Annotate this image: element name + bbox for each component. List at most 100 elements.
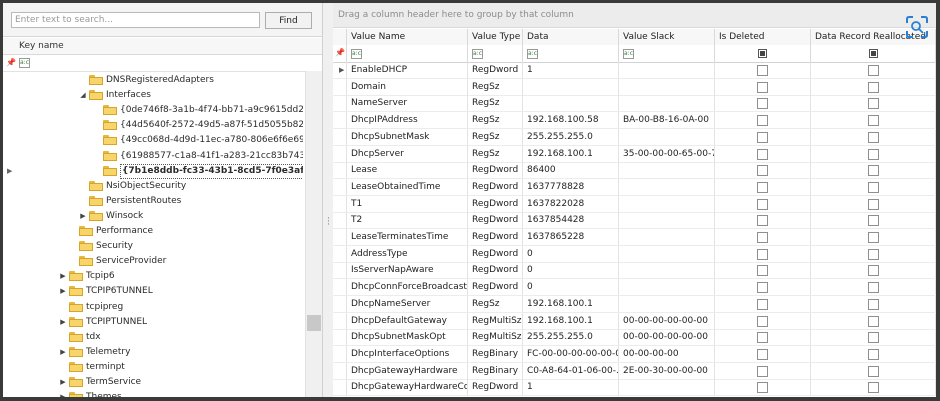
row-indicator-cell[interactable]: ▶ [333,62,347,78]
pane-splitter[interactable]: · · · [323,3,333,397]
cell-data[interactable]: 1 [523,62,619,78]
data-record-reallocated-checkbox[interactable] [867,248,879,260]
is-deleted-checkbox[interactable] [757,98,768,110]
cell-data[interactable]: 192.168.100.58 [523,112,619,129]
table-row[interactable]: DhcpSubnetMask RegSz 255.255.255.0 [333,128,936,146]
table-row[interactable]: IsServerNapAware RegDword 0 [333,262,936,280]
is-deleted-checkbox[interactable] [757,298,768,310]
cell-value-name[interactable]: T1 [347,195,468,212]
is-deleted-checkbox[interactable] [757,248,768,260]
tree-item[interactable]: Performance [3,224,303,239]
data-record-reallocated-checkbox[interactable] [867,81,879,93]
cell-data[interactable]: C0-A8-64-01-06-00-... [523,362,619,379]
cell-data[interactable]: 255.255.255.0 [523,329,619,346]
is-deleted-checkbox[interactable] [757,382,768,394]
cell-data[interactable]: 1637778828 [523,178,619,195]
data-record-reallocated-checkbox[interactable] [867,282,879,294]
tree-item[interactable]: ▶ TermService [3,375,303,390]
row-indicator-cell[interactable] [333,345,347,362]
cell-value-name[interactable]: DhcpGatewayHardwareCount [347,379,468,396]
cell-value-name[interactable]: IsServerNapAware [347,262,468,279]
cell-value-slack[interactable] [619,212,715,229]
filter-cell-value-slack[interactable]: a:c [619,45,715,62]
cell-value-slack[interactable]: 00-00-00-00-00-00 [619,312,715,329]
row-indicator-cell[interactable] [333,279,347,296]
row-indicator-cell[interactable] [333,128,347,145]
cell-value-type[interactable]: RegDword [468,379,523,396]
cell-data[interactable] [523,95,619,112]
expand-arrow-icon[interactable]: ▶ [59,347,67,357]
row-indicator-cell[interactable] [333,229,347,245]
row-indicator-cell[interactable] [333,295,347,312]
is-deleted-checkbox[interactable] [757,315,768,327]
cell-value-type[interactable]: RegSz [468,112,523,129]
cell-value-name[interactable]: Domain [347,78,468,95]
row-indicator-cell[interactable] [333,195,347,212]
cell-value-name[interactable]: LeaseTerminatesTime [347,229,468,245]
cell-value-type[interactable]: RegDword [468,229,523,245]
table-row[interactable]: AddressType RegDword 0 [333,245,936,263]
cell-data[interactable]: 192.168.100.1 [523,295,619,312]
is-deleted-checkbox[interactable] [757,215,768,227]
cell-value-type[interactable]: RegDword [468,195,523,212]
tree-item[interactable]: ▶ TCPIP6TUNNEL [3,284,303,299]
tree-item[interactable]: PersistentRoutes [3,194,303,209]
cell-value-name[interactable]: DhcpDefaultGateway [347,312,468,329]
cell-value-name[interactable]: T2 [347,212,468,229]
cell-value-type[interactable]: RegDword [468,212,523,229]
filter-condition-icon[interactable]: a:c [527,49,538,59]
filter-condition-icon[interactable]: a:c [623,49,634,59]
tree-item[interactable]: tdx [3,330,303,345]
data-record-reallocated-checkbox[interactable] [867,198,879,210]
data-record-reallocated-checkbox[interactable] [867,298,879,310]
cell-value-slack[interactable]: 35-00-00-00-65-00-7... [619,145,715,162]
data-record-reallocated-checkbox[interactable] [867,148,879,160]
cell-data[interactable]: 192.168.100.1 [523,145,619,162]
cell-value-slack[interactable]: 2E-00-30-00-00-00 [619,362,715,379]
table-row[interactable]: DhcpConnForceBroadcastFlagRegDword0 [333,279,936,297]
cell-value-name[interactable]: DhcpSubnetMask [347,128,468,145]
tree-item[interactable]: ▶ Themes [3,390,303,397]
is-deleted-checkbox[interactable] [757,115,768,127]
search-input[interactable] [11,12,260,28]
is-deleted-checkbox[interactable] [757,198,768,210]
row-indicator-cell[interactable] [333,178,347,195]
cell-value-name[interactable]: DhcpIPAddress [347,112,468,129]
cell-value-name[interactable]: DhcpSubnetMaskOpt [347,329,468,346]
data-record-reallocated-checkbox[interactable] [867,315,879,327]
cell-value-slack[interactable]: BA-00-B8-16-0A-00 [619,112,715,129]
tree-item[interactable]: Security [3,239,303,254]
column-header-value-name[interactable]: Value Name [347,29,468,45]
cell-value-slack[interactable] [619,245,715,262]
is-deleted-checkbox[interactable] [757,332,768,344]
filter-condition-icon[interactable]: a:c [19,58,30,68]
cell-data[interactable]: 1637854428 [523,212,619,229]
filter-cell-is-deleted[interactable] [715,45,811,62]
tree-item[interactable]: ▶ TCPIPTUNNEL [3,315,303,330]
filter-cell-value-name[interactable]: a:c [347,45,468,62]
cell-value-type[interactable]: RegMultiSz [468,312,523,329]
is-deleted-checkbox[interactable] [757,81,768,93]
cell-value-type[interactable]: RegDword [468,262,523,279]
is-deleted-checkbox[interactable] [757,365,768,377]
cell-value-name[interactable]: NameServer [347,95,468,112]
splitter-grip-icon[interactable]: · · · [327,215,330,230]
scan-focus-icon[interactable] [905,15,929,39]
tree-item[interactable]: ◢ Interfaces [3,88,303,103]
tree-item[interactable]: NsiObjectSecurity [3,179,303,194]
expand-arrow-icon[interactable]: ▶ [59,377,67,387]
cell-value-type[interactable]: RegDword [468,178,523,195]
table-row[interactable]: DhcpIPAddress RegSz 192.168.100.58 BA-00-B8… [333,112,936,130]
is-deleted-checkbox[interactable] [757,131,768,143]
row-indicator-cell[interactable] [333,162,347,179]
cell-value-slack[interactable] [619,195,715,212]
tree-item[interactable]: {61988577-c1a8-41f1-a283-21cc83b7435a} [3,149,303,164]
expand-arrow-icon[interactable]: ▶ [79,211,87,221]
tree-item[interactable]: tcpipreg [3,300,303,315]
data-record-reallocated-checkbox[interactable] [867,265,879,277]
row-indicator-cell[interactable] [333,78,347,95]
is-deleted-checkbox[interactable] [757,165,768,177]
cell-value-type[interactable]: RegDword [468,245,523,262]
table-row[interactable]: T1 RegDword 1637822028 [333,195,936,213]
cell-value-type[interactable]: RegBinary [468,362,523,379]
